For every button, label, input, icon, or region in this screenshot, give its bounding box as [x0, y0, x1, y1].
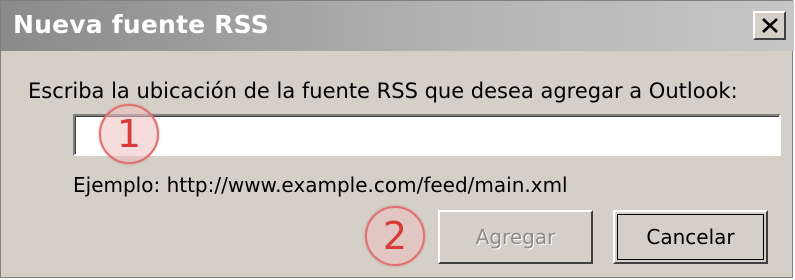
dialog-title: Nueva fuente RSS: [13, 10, 269, 39]
cancel-button[interactable]: Cancelar: [613, 210, 768, 264]
title-bar[interactable]: Nueva fuente RSS: [1, 1, 794, 51]
step-marker-1: 1: [99, 104, 159, 164]
add-button[interactable]: Agregar: [438, 210, 593, 264]
step-marker-2: 2: [365, 206, 425, 266]
feed-location-label: Escriba la ubicación de la fuente RSS qu…: [28, 79, 738, 103]
example-url-text: Ejemplo: http://www.example.com/feed/mai…: [73, 173, 568, 197]
feed-url-input[interactable]: [73, 114, 781, 156]
close-button[interactable]: [753, 11, 786, 40]
close-icon: [762, 18, 778, 33]
